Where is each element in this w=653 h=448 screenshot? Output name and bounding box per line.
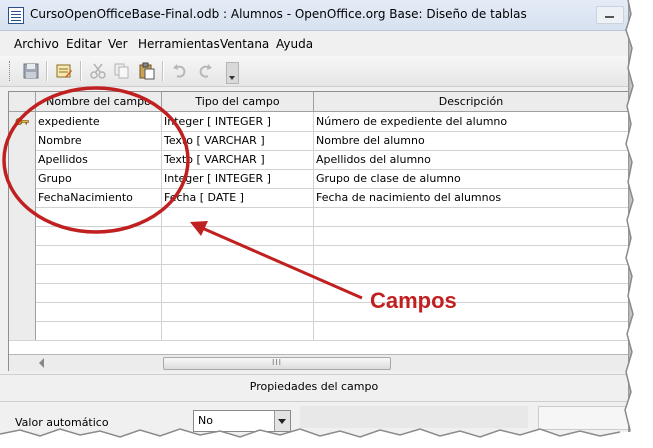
field-name-cell[interactable]: Apellidos: [36, 150, 162, 169]
row-header[interactable]: [9, 150, 36, 169]
table-row[interactable]: [9, 207, 628, 227]
field-description-cell[interactable]: Apellidos del alumno: [314, 150, 628, 169]
field-description-cell[interactable]: Nombre del alumno: [314, 131, 628, 150]
row-header[interactable]: [9, 207, 36, 226]
save-icon[interactable]: [22, 62, 40, 80]
row-header[interactable]: [9, 131, 36, 150]
table-row[interactable]: expediente Integer [ INTEGER ] Número de e…: [9, 112, 628, 132]
table-row[interactable]: [9, 245, 628, 265]
table-row[interactable]: Nombre Texto [ VARCHAR ] Nombre del alumno: [9, 131, 628, 151]
field-name-cell[interactable]: [36, 245, 162, 264]
table-row[interactable]: FechaNacimiento Fecha [ DATE ] Fecha de na…: [9, 188, 628, 208]
field-type-cell[interactable]: [162, 302, 314, 321]
toolbar-separator: [162, 61, 164, 81]
annotation-label: Campos: [370, 288, 457, 313]
table-row[interactable]: [9, 302, 628, 322]
toolbar: [0, 56, 628, 87]
field-description-cell[interactable]: Fecha de nacimiento del alumnos: [314, 188, 628, 207]
field-type-cell[interactable]: Integer [ INTEGER ]: [162, 112, 314, 131]
copy-icon[interactable]: [113, 62, 131, 80]
row-header-corner: [9, 92, 36, 111]
field-properties-title: Propiedades del campo: [249, 380, 379, 393]
field-description-cell[interactable]: [314, 226, 628, 245]
field-name-cell[interactable]: [36, 226, 162, 245]
field-name-cell[interactable]: expediente: [36, 112, 162, 131]
row-header[interactable]: [9, 245, 36, 264]
field-description-cell[interactable]: [314, 283, 628, 302]
field-description-cell[interactable]: [314, 264, 628, 283]
field-type-cell[interactable]: [162, 321, 314, 340]
field-type-cell[interactable]: Integer [ INTEGER ]: [162, 169, 314, 188]
header-field-name[interactable]: Nombre del campo: [36, 92, 162, 111]
field-type-cell[interactable]: Texto [ VARCHAR ]: [162, 150, 314, 169]
field-description-cell[interactable]: [314, 207, 628, 226]
toolbar-separator: [46, 61, 48, 81]
menu-editar[interactable]: Editar: [66, 37, 102, 51]
undo-icon[interactable]: [171, 62, 189, 80]
field-description-cell[interactable]: [314, 321, 628, 340]
field-type-cell[interactable]: Texto [ VARCHAR ]: [162, 131, 314, 150]
row-header[interactable]: [9, 283, 36, 302]
row-header[interactable]: [9, 302, 36, 321]
field-name-cell[interactable]: [36, 321, 162, 340]
document-icon: [8, 7, 24, 24]
field-type-cell[interactable]: [162, 245, 314, 264]
row-header[interactable]: [9, 321, 36, 340]
cut-icon[interactable]: [89, 62, 107, 80]
row-header[interactable]: [9, 112, 36, 131]
app-window: CursoOpenOfficeBase-Final.odb : Alumnos …: [0, 0, 629, 440]
menu-ver[interactable]: Ver: [108, 37, 128, 51]
scroll-thumb[interactable]: III: [163, 357, 391, 370]
table-row[interactable]: [9, 264, 628, 284]
field-description-cell[interactable]: [314, 245, 628, 264]
header-description[interactable]: Descripción: [314, 92, 628, 111]
scroll-left-icon[interactable]: [39, 358, 44, 368]
menu-herramientas[interactable]: Herramientas: [138, 37, 220, 51]
field-type-cell[interactable]: [162, 207, 314, 226]
field-name-cell[interactable]: [36, 264, 162, 283]
row-header[interactable]: [9, 169, 36, 188]
field-name-cell[interactable]: Grupo: [36, 169, 162, 188]
row-header[interactable]: [9, 226, 36, 245]
toolbar-grip[interactable]: [9, 61, 12, 81]
field-description-cell[interactable]: [314, 302, 628, 321]
table-row[interactable]: [9, 226, 628, 246]
field-description-cell[interactable]: Número de expediente del alumno: [314, 112, 628, 131]
field-name-cell[interactable]: [36, 302, 162, 321]
horizontal-scrollbar[interactable]: III: [9, 354, 628, 371]
field-name-cell[interactable]: [36, 207, 162, 226]
field-description-cell[interactable]: Grupo de clase de alumno: [314, 169, 628, 188]
menu-bar: Archivo Editar Ver Herramientas Ventana …: [0, 31, 628, 55]
title-bar: CursoOpenOfficeBase-Final.odb : Alumnos …: [0, 0, 628, 31]
redo-icon[interactable]: [196, 62, 214, 80]
paste-icon[interactable]: [138, 62, 156, 80]
table-row[interactable]: Grupo Integer [ INTEGER ] Grupo de clase d…: [9, 169, 628, 189]
table-header: Nombre del campo Tipo del campo Descripc…: [9, 92, 628, 112]
key-icon: [15, 118, 29, 125]
menu-ayuda[interactable]: Ayuda: [276, 37, 313, 51]
toolbar-separator: [80, 61, 82, 81]
row-header[interactable]: [9, 264, 36, 283]
toolbar-more-dropdown[interactable]: [226, 62, 239, 84]
window-title: CursoOpenOfficeBase-Final.odb : Alumnos …: [30, 7, 527, 21]
field-name-cell[interactable]: Nombre: [36, 131, 162, 150]
table-row[interactable]: [9, 321, 628, 341]
table-row[interactable]: [9, 283, 628, 303]
field-type-cell[interactable]: Fecha [ DATE ]: [162, 188, 314, 207]
menu-ventana[interactable]: Ventana: [220, 37, 269, 51]
field-name-cell[interactable]: FechaNacimiento: [36, 188, 162, 207]
torn-edge-bottom: [0, 428, 653, 448]
field-name-cell[interactable]: [36, 283, 162, 302]
table-row[interactable]: Apellidos Texto [ VARCHAR ] Apellidos del …: [9, 150, 628, 170]
field-type-cell[interactable]: [162, 283, 314, 302]
field-type-cell[interactable]: [162, 226, 314, 245]
torn-edge-right: [624, 0, 653, 448]
edit-design-icon[interactable]: [55, 62, 73, 80]
field-type-cell[interactable]: [162, 264, 314, 283]
row-header[interactable]: [9, 188, 36, 207]
header-field-type[interactable]: Tipo del campo: [162, 92, 314, 111]
menu-archivo[interactable]: Archivo: [14, 37, 59, 51]
field-design-table: Nombre del campo Tipo del campo Descripc…: [8, 91, 628, 371]
